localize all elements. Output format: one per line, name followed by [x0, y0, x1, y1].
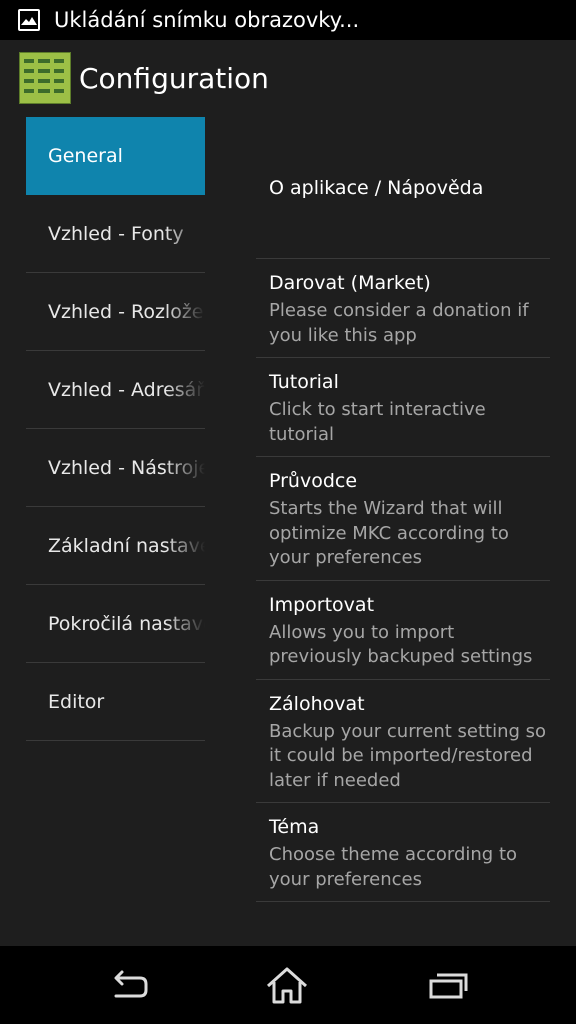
configuration-screen: Configuration General Vzhled - Fonty Vzhle… — [0, 40, 576, 946]
preference-title: Importovat — [269, 593, 375, 616]
preference-item[interactable]: Tutorial Click to start interactive tutor… — [256, 358, 550, 457]
preference-title: Darovat (Market) — [269, 272, 431, 294]
preference-title: Tutorial — [269, 371, 339, 393]
preference-item[interactable]: Průvodce Starts the Wizard that will opti… — [256, 457, 550, 581]
category-label: General — [48, 145, 123, 167]
category-item[interactable]: Vzhled - Rozložení — [26, 273, 205, 351]
recent-apps-icon[interactable] — [426, 964, 470, 1008]
preference-summary: Starts the Wizard that will optimize MKC… — [269, 498, 509, 568]
preference-list: O aplikace / Nápověda Darovat (Market) Ple… — [256, 117, 550, 902]
preference-title: Téma — [269, 816, 320, 838]
navigation-bar — [0, 946, 576, 1024]
preference-item[interactable]: Zálohovat Backup your current setting so … — [256, 680, 550, 803]
category-item[interactable]: Pokročilá nastavení — [26, 585, 205, 663]
category-item[interactable]: Vzhled - Adresář — [26, 351, 205, 429]
category-item[interactable]: Vzhled - Fonty — [26, 195, 205, 273]
category-item[interactable]: Editor — [26, 663, 205, 741]
status-bar: Ukládání snímku obrazovky... — [0, 0, 576, 40]
preference-item[interactable]: Téma Choose theme according to your prefe… — [256, 803, 550, 902]
back-icon[interactable] — [106, 964, 150, 1008]
preference-summary: Click to start interactive tutorial — [269, 399, 486, 445]
preference-title: Průvodce — [269, 470, 358, 492]
category-label: Vzhled - Fonty — [48, 222, 184, 245]
preference-title: O aplikace / Nápověda — [269, 176, 484, 199]
preference-summary: Choose theme according to your preferenc… — [269, 844, 518, 890]
preference-summary: Allows you to import previously backuped… — [269, 621, 533, 668]
category-item[interactable]: General — [26, 117, 205, 195]
action-bar: Configuration — [0, 40, 576, 116]
category-item[interactable]: Vzhled - Nástroje — [26, 429, 205, 507]
image-icon — [18, 9, 40, 31]
preference-item[interactable]: Importovat Allows you to import previousl… — [256, 581, 550, 680]
home-icon[interactable] — [265, 964, 309, 1008]
category-list: General Vzhled - Fonty Vzhled - Rozložení V… — [26, 117, 205, 741]
preference-item[interactable]: O aplikace / Nápověda — [256, 117, 550, 259]
preference-title: Zálohovat — [269, 692, 365, 715]
page-title: Configuration — [79, 61, 269, 95]
preference-summary: Backup your current setting so it could … — [269, 720, 547, 791]
app-icon[interactable] — [19, 52, 71, 104]
preference-item[interactable]: Darovat (Market) Please consider a donati… — [256, 259, 550, 358]
category-label: Editor — [48, 690, 105, 713]
category-item[interactable]: Základní nastavení — [26, 507, 205, 585]
preference-summary: Please consider a donation if you like t… — [269, 300, 529, 346]
status-notification-text: Ukládání snímku obrazovky... — [54, 8, 360, 32]
